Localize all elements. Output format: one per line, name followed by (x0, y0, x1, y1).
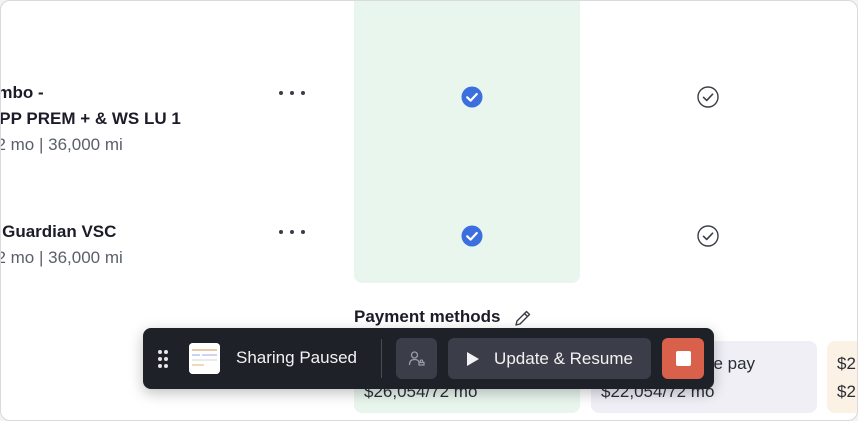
product-term: 72 mo | 36,000 mi (0, 248, 123, 267)
payment-methods-heading: Payment methods (354, 307, 501, 326)
more-options-icon[interactable] (279, 86, 305, 100)
more-options-icon[interactable] (279, 225, 305, 239)
payment-card-amount: $2 (837, 382, 856, 401)
product-name-line: APP PREM + & WS LU 1 (0, 109, 181, 128)
check-circle-outline-icon[interactable] (697, 86, 719, 108)
screen-sharing-toolbar: Sharing Paused Update & Resume (143, 328, 714, 389)
toolbar-divider (381, 339, 382, 378)
pencil-edit-icon[interactable] (513, 308, 533, 328)
product-row-2: o Guardian VSC 72 mo | 36,000 mi (0, 219, 123, 271)
update-resume-button[interactable]: Update & Resume (448, 338, 651, 379)
viewers-button[interactable] (396, 338, 437, 379)
stop-icon (675, 351, 691, 366)
sharing-status-label: Sharing Paused (236, 348, 357, 367)
payment-card-3[interactable]: $2 $2 (827, 341, 857, 413)
product-term: 72 mo | 36,000 mi (0, 135, 123, 154)
check-circle-filled-icon[interactable] (461, 86, 483, 108)
product-name-line: ombo - (1, 83, 44, 102)
shared-window-thumbnail (189, 343, 220, 374)
stop-sharing-button[interactable] (662, 338, 704, 379)
product-row-1: ombo - APP PREM + & WS LU 1 72 mo | 36,0… (0, 80, 181, 158)
update-resume-label: Update & Resume (494, 348, 633, 368)
drag-handle-icon[interactable] (158, 350, 168, 368)
check-circle-outline-icon[interactable] (697, 225, 719, 247)
check-circle-filled-icon[interactable] (461, 225, 483, 247)
play-icon (467, 351, 480, 366)
comparison-panel: ombo - APP PREM + & WS LU 1 72 mo | 36,0… (0, 0, 858, 421)
product-name-line: o Guardian VSC (1, 222, 117, 241)
viewer-person-icon (408, 350, 425, 366)
payment-card-title: $2 (837, 354, 856, 373)
